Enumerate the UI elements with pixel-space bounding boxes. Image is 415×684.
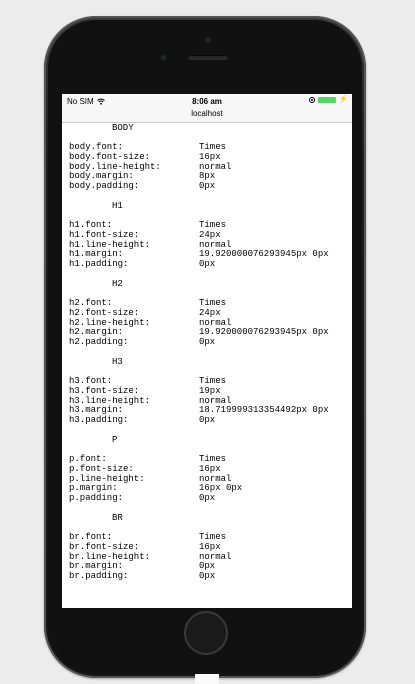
section-heading: P <box>112 434 118 445</box>
property-value: 0px <box>199 337 216 348</box>
charging-cable <box>195 674 219 684</box>
property-value: 19.920000076293945px 0px <box>199 249 329 260</box>
property-value: 0px <box>199 493 216 504</box>
stage: No SIM 8:06 am ⚡ localhost BODY body.font… <box>0 0 415 684</box>
orientation-lock-icon <box>309 97 316 103</box>
property-name: br.padding: <box>69 571 129 582</box>
status-bar: No SIM 8:06 am ⚡ <box>62 94 352 108</box>
status-right: ⚡ <box>309 96 348 103</box>
section-heading: BODY <box>112 123 134 133</box>
section-heading: H3 <box>112 356 123 367</box>
property-value: 0px <box>199 259 216 270</box>
property-row: body.padding: 0px <box>69 181 352 192</box>
property-name: h2.padding: <box>69 337 129 348</box>
battery-icon <box>318 97 337 103</box>
property-row: h2.padding: 0px <box>69 337 352 348</box>
property-value: 18.719999313354492px 0px <box>199 405 329 416</box>
property-row: br.padding: 0px <box>69 571 352 582</box>
property-name: h3.padding: <box>69 415 129 426</box>
property-row: h3.padding: 0px <box>69 415 352 426</box>
property-list: h2.font: Times h2.font-size: 24px h2.line-he… <box>69 298 352 348</box>
property-list: body.font: Times body.font-size: 16px body.l… <box>69 142 352 192</box>
property-name: p.padding: <box>69 493 124 504</box>
earpiece-speaker <box>188 55 228 60</box>
proximity-sensor-icon <box>161 55 166 60</box>
home-button[interactable] <box>184 611 228 655</box>
property-list: br.font: Times br.font-size: 16px br.line-he… <box>69 532 352 582</box>
section-heading: H1 <box>112 200 123 211</box>
property-name: h1.padding: <box>69 259 129 270</box>
front-camera-icon <box>205 37 211 43</box>
property-value: 0px <box>199 181 216 192</box>
property-name: body.padding: <box>69 181 140 192</box>
section-heading: H2 <box>112 278 123 289</box>
property-value: 19.920000076293945px 0px <box>199 327 329 338</box>
section-heading: BR <box>112 512 123 523</box>
property-row: h1.padding: 0px <box>69 259 352 270</box>
property-list: h3.font: Times h3.font-size: 19px h3.line-he… <box>69 376 352 426</box>
url-text[interactable]: localhost <box>191 109 223 118</box>
address-bar[interactable]: localhost <box>62 108 352 123</box>
phone-screen: No SIM 8:06 am ⚡ localhost BODY body.font… <box>62 94 352 608</box>
page-content: BODY body.font: Times body.font-size: 16px bo… <box>62 123 352 582</box>
property-list: p.font: Times p.font-size: 16px p.line-heigh… <box>69 454 352 504</box>
property-list: h1.font: Times h1.font-size: 24px h1.line-he… <box>69 220 352 270</box>
property-value: 0px <box>199 415 216 426</box>
property-row: p.padding: 0px <box>69 493 352 504</box>
property-value: 0px <box>199 571 216 582</box>
charging-bolt-icon: ⚡ <box>339 96 348 103</box>
